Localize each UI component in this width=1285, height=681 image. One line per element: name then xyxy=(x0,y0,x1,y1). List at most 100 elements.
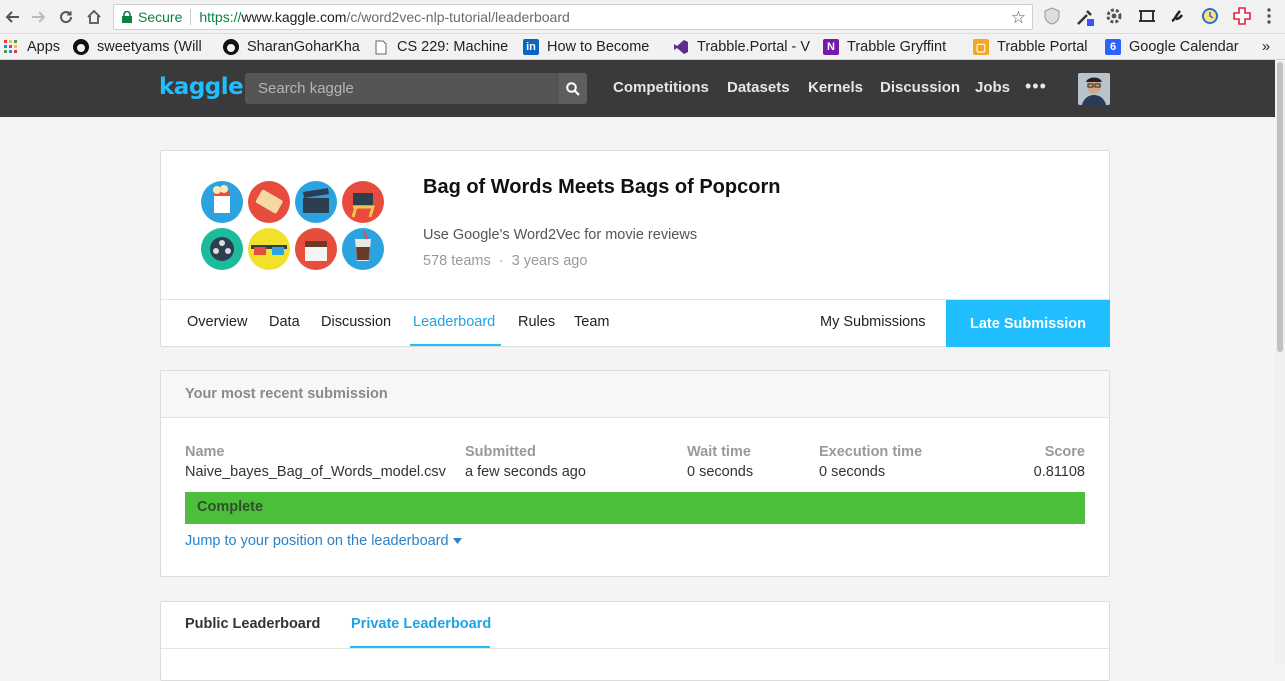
leaderboard-card: Public Leaderboard Private Leaderboard xyxy=(160,601,1110,681)
url-host: www.kaggle.com xyxy=(241,9,347,25)
column-header-name: Name xyxy=(185,444,225,460)
chrome-menu-icon[interactable] xyxy=(1266,7,1285,27)
submission-filename: Naive_bayes_Bag_of_Words_model.csv xyxy=(185,464,446,480)
tab-public-leaderboard[interactable]: Public Leaderboard xyxy=(185,616,320,632)
meta-separator: · xyxy=(498,253,504,269)
search-icon xyxy=(565,81,580,96)
bookmark-trabble-portal-v[interactable]: Trabble.Portal - V xyxy=(673,37,811,57)
competition-header-card: Bag of Words Meets Bags of Popcorn Use G… xyxy=(160,150,1110,347)
bookmark-how-to-become[interactable]: in How to Become xyxy=(523,37,660,57)
visual-studio-icon xyxy=(673,39,689,55)
submission-wait-time: 0 seconds xyxy=(687,464,754,480)
bookmark-cs229[interactable]: CS 229: Machine xyxy=(373,37,508,57)
url-scheme: https:// xyxy=(199,9,242,25)
tab-team[interactable]: Team xyxy=(574,314,609,330)
tab-rules[interactable]: Rules xyxy=(518,314,555,330)
nav-jobs[interactable]: Jobs xyxy=(975,79,1010,96)
url-text: https://www.kaggle.com/c/word2vec-nlp-tu… xyxy=(199,9,569,25)
shield-extension-icon[interactable] xyxy=(1043,7,1063,27)
recent-submission-card: Your most recent submission Name Submitt… xyxy=(160,370,1110,577)
column-header-submitted: Submitted xyxy=(465,444,536,460)
tab-private-leaderboard[interactable]: Private Leaderboard xyxy=(351,616,491,632)
nav-competitions[interactable]: Competitions xyxy=(613,79,709,96)
github-icon xyxy=(223,39,239,55)
grammarly-extension-icon[interactable] xyxy=(1168,7,1188,27)
recent-submission-heading: Your most recent submission xyxy=(185,386,388,402)
secure-label: Secure xyxy=(138,9,183,25)
submission-execution-time: 0 seconds xyxy=(819,464,886,480)
back-arrow-icon[interactable] xyxy=(2,6,24,28)
status-badge: Complete xyxy=(185,492,1085,524)
home-icon[interactable] xyxy=(83,6,105,28)
forward-arrow-icon[interactable] xyxy=(27,6,49,28)
linkedin-icon: in xyxy=(523,39,539,55)
bookmark-sweetyams[interactable]: sweetyams (Will xyxy=(73,37,210,57)
bookmark-label: Apps xyxy=(27,39,61,55)
bookmark-label: Trabble.Portal - V xyxy=(697,39,811,55)
tab-leaderboard[interactable]: Leaderboard xyxy=(413,314,495,330)
active-tab-indicator xyxy=(410,344,501,346)
competition-tabs: Overview Data Discussion Leaderboard Rul… xyxy=(161,299,1110,347)
status-label: Complete xyxy=(197,499,264,515)
team-count: 578 teams xyxy=(423,253,491,269)
recent-submission-header: Your most recent submission xyxy=(161,371,1109,418)
tab-discussion[interactable]: Discussion xyxy=(321,314,391,330)
bookmark-trabble-portal[interactable]: ▢ Trabble Portal xyxy=(973,37,1101,57)
more-menu-icon[interactable]: ••• xyxy=(1025,76,1047,97)
nav-datasets[interactable]: Datasets xyxy=(727,79,790,96)
site-header: kaggle Competitions Datasets Kernels Dis… xyxy=(0,60,1285,117)
omnibox-divider xyxy=(190,9,192,25)
apps-grid-icon xyxy=(3,39,19,55)
my-submissions-link[interactable]: My Submissions xyxy=(820,314,926,330)
calendar-icon: 6 xyxy=(1105,39,1121,55)
eyedropper-extension-icon[interactable] xyxy=(1075,7,1095,27)
bookmark-label: sweetyams (Will xyxy=(97,39,202,55)
bookmark-label: Trabble Gryffint xyxy=(847,39,947,55)
nav-discussion[interactable]: Discussion xyxy=(880,79,960,96)
clock-extension-icon[interactable] xyxy=(1201,7,1221,27)
search-box xyxy=(245,73,587,104)
nav-kernels[interactable]: Kernels xyxy=(808,79,863,96)
bookmark-trabble-gryffint[interactable]: N Trabble Gryffint xyxy=(823,37,961,57)
bookmarks-bar: Apps sweetyams (Will SharanGoharKha CS 2… xyxy=(0,34,1285,60)
competition-logo-icon xyxy=(201,181,384,270)
bookmark-label: SharanGoharKha xyxy=(247,39,360,55)
bookmark-label: CS 229: Machine xyxy=(397,39,508,55)
bookmark-apps[interactable]: Apps xyxy=(3,37,60,57)
chevron-down-icon xyxy=(452,538,462,544)
bookmarks-overflow-icon[interactable]: » xyxy=(1262,37,1270,57)
divider xyxy=(161,648,1109,649)
search-input[interactable] xyxy=(245,73,557,104)
kaggle-logo[interactable]: kaggle xyxy=(159,74,244,100)
column-header-execution-time: Execution time xyxy=(819,444,923,460)
competition-meta: 578 teams · 3 years ago xyxy=(423,253,587,269)
bookmark-sharangoharkha[interactable]: SharanGoharKha xyxy=(223,37,363,57)
browser-toolbar: Secure https://www.kaggle.com/c/word2vec… xyxy=(0,0,1285,34)
reload-icon[interactable] xyxy=(55,6,77,28)
bookmark-star-icon[interactable]: ☆ xyxy=(1011,8,1026,28)
jump-to-position-link[interactable]: Jump to your position on the leaderboard xyxy=(185,533,462,549)
tab-overview[interactable]: Overview xyxy=(187,314,247,330)
bookmark-label: How to Become xyxy=(547,39,650,55)
competition-title: Bag of Words Meets Bags of Popcorn xyxy=(423,176,781,198)
avatar[interactable] xyxy=(1078,73,1110,105)
submission-score: 0.81108 xyxy=(1033,464,1085,480)
lock-icon xyxy=(122,11,132,23)
scrollbar-thumb[interactable] xyxy=(1277,62,1283,352)
bookmark-label: Google Calendar xyxy=(1129,39,1239,55)
url-path: /c/word2vec-nlp-tutorial/leaderboard xyxy=(346,9,570,25)
onenote-icon: N xyxy=(823,39,839,55)
competition-subtitle: Use Google's Word2Vec for movie reviews xyxy=(423,227,698,243)
tab-data[interactable]: Data xyxy=(269,314,300,330)
bookmark-icon: ▢ xyxy=(973,39,989,55)
column-header-wait-time: Wait time xyxy=(687,444,751,460)
gear-extension-icon[interactable] xyxy=(1105,7,1125,27)
red-cross-extension-icon[interactable] xyxy=(1233,7,1253,27)
page-scrollbar[interactable] xyxy=(1275,60,1285,664)
search-button[interactable] xyxy=(557,73,587,104)
late-submission-button[interactable]: Late Submission xyxy=(946,300,1110,347)
github-icon xyxy=(73,39,89,55)
address-bar[interactable]: Secure https://www.kaggle.com/c/word2vec… xyxy=(113,4,1033,30)
bookmark-google-calendar[interactable]: 6 Google Calendar xyxy=(1105,37,1250,57)
screenshot-extension-icon[interactable] xyxy=(1138,7,1158,27)
